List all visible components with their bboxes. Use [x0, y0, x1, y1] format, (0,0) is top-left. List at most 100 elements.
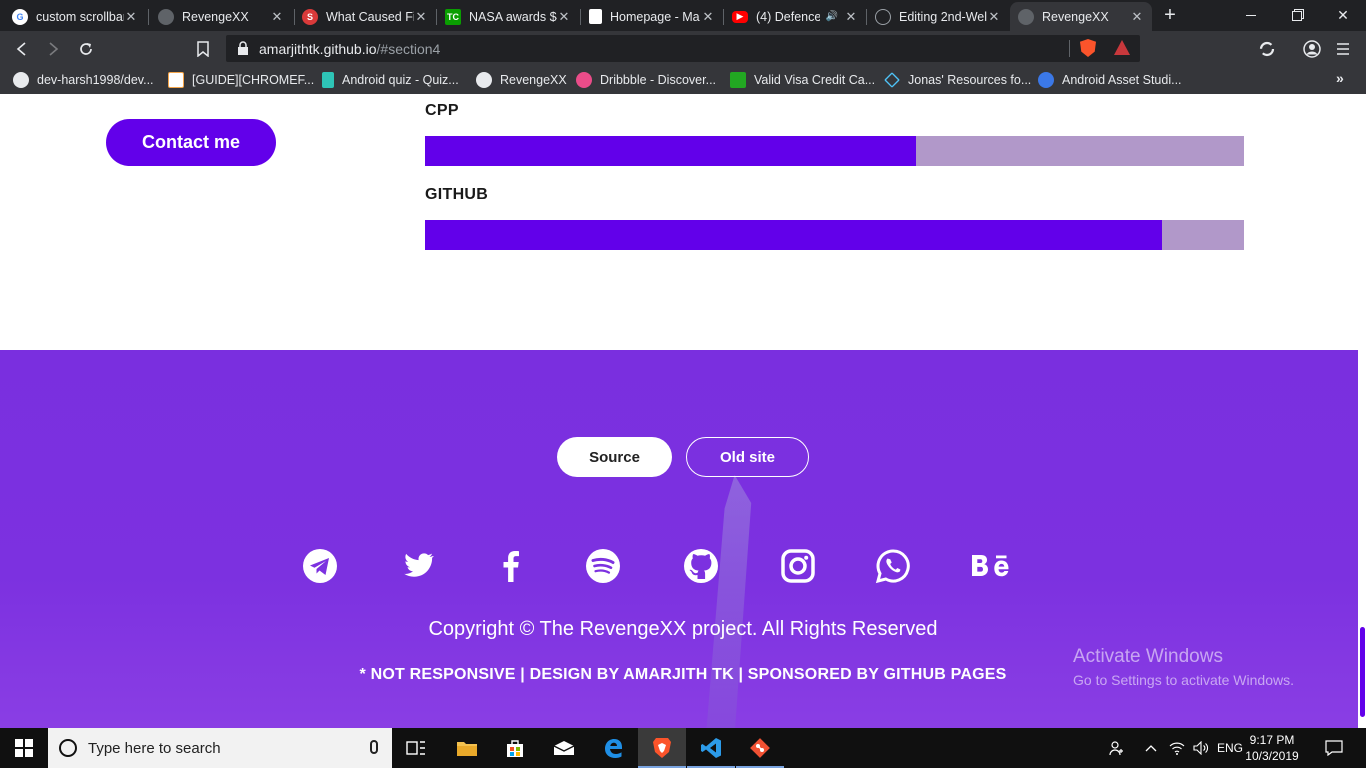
brave-rewards-icon[interactable]	[1114, 40, 1130, 55]
store-button[interactable]	[491, 728, 539, 768]
brave-shields-icon[interactable]	[1080, 39, 1096, 57]
clock-time: 9:17 PM	[1249, 733, 1295, 747]
skill-fill-cpp	[425, 136, 917, 166]
source-button[interactable]: Source	[557, 437, 672, 477]
tab-custom-scrollbar[interactable]: G custom scrollbar ✕	[4, 2, 146, 31]
asset-studio-icon	[1038, 72, 1054, 88]
url-host: amarjithtk.github.io	[259, 41, 377, 57]
system-clock[interactable]: 9:17 PM 10/3/2019	[1240, 732, 1304, 764]
show-hidden-icons-button[interactable]	[1140, 728, 1162, 768]
git-app-button[interactable]	[736, 728, 784, 768]
minimize-button[interactable]	[1228, 0, 1274, 31]
bookmark-dribbble[interactable]: Dribbble - Discover...	[576, 71, 716, 89]
microphone-icon[interactable]	[370, 740, 378, 754]
restore-icon	[1292, 10, 1302, 21]
bookmark-button[interactable]	[190, 36, 216, 62]
forward-button[interactable]	[40, 36, 66, 62]
people-button[interactable]	[1104, 728, 1130, 768]
profile-button[interactable]	[1299, 36, 1325, 62]
tab-revengexx[interactable]: RevengeXX ✕	[150, 2, 292, 31]
wifi-icon	[1169, 742, 1185, 755]
restore-button[interactable]	[1274, 0, 1320, 31]
action-center-button[interactable]	[1316, 728, 1352, 768]
close-tab-icon[interactable]: ✕	[1130, 9, 1144, 25]
hourglass-icon	[322, 72, 334, 88]
close-tab-icon[interactable]: ✕	[987, 9, 1001, 25]
mail-button[interactable]	[540, 728, 588, 768]
github-icon	[476, 72, 492, 88]
tab-strip: G custom scrollbar ✕ RevengeXX ✕ S What …	[0, 0, 1366, 31]
instagram-icon[interactable]	[780, 548, 816, 584]
vscode-icon	[701, 738, 721, 758]
tab-editing[interactable]: Editing 2nd-Wel ✕	[867, 2, 1009, 31]
git-icon	[750, 738, 770, 758]
facebook-icon[interactable]	[493, 548, 529, 584]
whatsapp-icon[interactable]	[875, 548, 911, 584]
skill-label-github: GITHUB	[425, 186, 489, 203]
bookmark-label: RevengeXX	[500, 73, 567, 87]
close-tab-icon[interactable]: ✕	[124, 9, 138, 25]
edge-button[interactable]	[589, 728, 637, 768]
taskbar-search-box[interactable]: Type here to search	[48, 728, 392, 768]
close-tab-icon[interactable]: ✕	[844, 9, 858, 25]
close-tab-icon[interactable]: ✕	[557, 9, 571, 25]
close-tab-icon[interactable]: ✕	[414, 9, 428, 25]
twitter-icon[interactable]	[400, 548, 436, 584]
speaker-icon[interactable]: 🔊	[826, 11, 838, 22]
close-tab-icon[interactable]: ✕	[701, 9, 715, 25]
clock-date: 10/3/2019	[1245, 749, 1299, 763]
tab-title: RevengeXX	[182, 9, 249, 24]
behance-icon[interactable]	[970, 548, 1014, 584]
sync-icon	[1259, 41, 1275, 57]
github-icon	[13, 72, 29, 88]
bookmark-dev-harsh[interactable]: dev-harsh1998/dev...	[13, 71, 154, 89]
url-text: amarjithtk.github.io/#section4	[259, 41, 440, 57]
bookmark-guide-chromef[interactable]: [GUIDE][CHROMEF...	[168, 71, 314, 89]
techcrunch-icon: TC	[445, 8, 461, 25]
close-tab-icon[interactable]: ✕	[270, 9, 284, 25]
old-site-button[interactable]: Old site	[686, 437, 809, 477]
volume-button[interactable]	[1190, 728, 1212, 768]
bookmark-label: dev-harsh1998/dev...	[37, 73, 154, 87]
bookmark-jonas[interactable]: Jonas' Resources fo...	[884, 71, 1031, 89]
scrollbar-thumb[interactable]	[1360, 627, 1365, 717]
back-icon	[16, 42, 26, 56]
github-icon[interactable]	[683, 548, 719, 584]
brave-icon	[653, 738, 671, 758]
new-tab-button[interactable]: +	[1158, 4, 1182, 28]
contact-me-button[interactable]: Contact me	[106, 119, 276, 166]
tab-title: custom scrollbar	[36, 9, 124, 24]
bookmark-label: [GUIDE][CHROMEF...	[192, 73, 315, 87]
notification-icon	[1325, 740, 1343, 756]
site-footer: Source Old site Copyright © The RevengeX…	[0, 350, 1358, 728]
start-button[interactable]	[0, 728, 48, 768]
windows-logo-icon	[15, 739, 33, 757]
address-bar[interactable]: amarjithtk.github.io/#section4	[226, 35, 1140, 62]
task-view-button[interactable]	[392, 728, 440, 768]
tab-nasa-awards[interactable]: TC NASA awards $4 ✕	[437, 2, 579, 31]
bookmark-android-quiz[interactable]: Android quiz - Quiz...	[322, 71, 459, 89]
tab-defence[interactable]: ▶ (4) Defence 🔊 ✕	[724, 2, 866, 31]
close-window-button[interactable]: ✕	[1320, 0, 1366, 31]
file-explorer-button[interactable]	[443, 728, 491, 768]
task-view-icon	[406, 741, 425, 755]
bookmarks-overflow-button[interactable]: »	[1336, 70, 1344, 86]
brave-button[interactable]	[638, 728, 686, 768]
dribbble-icon	[576, 72, 592, 88]
sync-button[interactable]	[1254, 36, 1280, 62]
tab-what-caused[interactable]: S What Caused Fi ✕	[294, 2, 436, 31]
network-button[interactable]	[1166, 728, 1188, 768]
bookmark-android-asset[interactable]: Android Asset Studi...	[1038, 71, 1182, 89]
google-icon: G	[12, 8, 28, 25]
spotify-icon[interactable]	[585, 548, 621, 584]
bookmark-revengexx[interactable]: RevengeXX	[476, 71, 567, 89]
vscode-button[interactable]	[687, 728, 735, 768]
telegram-icon[interactable]	[302, 548, 338, 584]
menu-button[interactable]	[1330, 36, 1356, 62]
bookmark-valid-visa[interactable]: Valid Visa Credit Ca...	[730, 71, 875, 89]
tab-homepage[interactable]: Homepage - Ma ✕	[581, 2, 723, 31]
tab-revengexx-active[interactable]: RevengeXX ✕	[1010, 2, 1152, 31]
github-icon	[875, 8, 891, 25]
reload-button[interactable]	[73, 36, 99, 62]
back-button[interactable]	[9, 36, 35, 62]
